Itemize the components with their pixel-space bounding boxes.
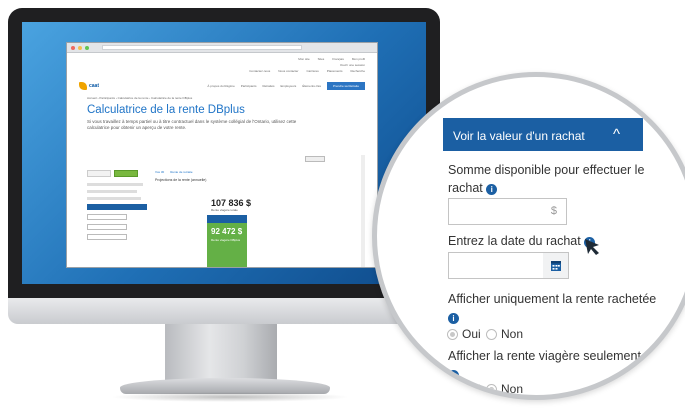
lifetime-oui-label[interactable]: Oui (462, 382, 481, 395)
amount-label-line1: Somme disponible pour effectuer le (448, 163, 645, 177)
date-label: Entrez la date du rachat i (448, 232, 596, 250)
browser-toolbar (67, 43, 377, 53)
show-only-oui-radio[interactable] (447, 329, 458, 340)
date-label-text: Entrez la date du rachat (448, 234, 581, 248)
tab-rente-retraite[interactable]: Rente de retraite (170, 170, 192, 174)
imac-chin (8, 298, 440, 324)
site-nav-top: Contactez-nous Nous contacter Carrières … (79, 69, 365, 73)
imac-stand-neck (165, 324, 277, 384)
logo-text: caat (89, 83, 100, 89)
tab-vos-30[interactable]: Vos 30 (155, 170, 164, 174)
panel-header[interactable]: Voir la valeur d'un rachat ^ (443, 118, 643, 151)
sidebar-input[interactable] (87, 214, 127, 220)
imac-shadow (110, 392, 350, 402)
main-nav-item[interactable]: Participants (241, 84, 257, 88)
total-pension-value: 107 836 $ (211, 198, 252, 208)
total-pension-caption: Rente viagère totale (211, 208, 238, 212)
main-nav-item[interactable]: Employeurs (280, 84, 296, 88)
info-icon[interactable]: i (486, 184, 498, 195)
show-only-label: Afficher uniquement la rente rachetée i (448, 290, 656, 326)
show-only-oui-label[interactable]: Oui (462, 327, 481, 341)
nav-top-item[interactable]: Recherche (350, 69, 365, 73)
address-bar[interactable] (102, 45, 302, 50)
lifetime-non-label[interactable]: Non (501, 382, 523, 395)
info-icon[interactable]: i (448, 313, 459, 324)
calculator-sidebar (87, 170, 147, 267)
magnified-view: Voir la valeur d'un rachat ^ Somme dispo… (372, 72, 685, 400)
page-subtitle: Si vous travaillez à temps partiel ou à … (87, 119, 297, 130)
show-only-non-radio[interactable] (486, 329, 497, 340)
show-only-non-label[interactable]: Non (501, 327, 523, 341)
page-scrollbar[interactable] (361, 155, 365, 267)
date-input[interactable] (448, 252, 544, 279)
print-button[interactable] (305, 156, 325, 162)
main-nav-item[interactable]: À propos du Régime (207, 84, 234, 88)
reset-button[interactable] (87, 170, 111, 177)
nav-top-item[interactable]: Placements (327, 69, 343, 73)
website-page: Mon site Sites Français Mon profil Ouvri… (79, 55, 365, 267)
lifetime-label: Afficher la rente viagère seulement i (448, 347, 641, 383)
buyback-panel: Voir la valeur d'un rachat ^ Somme dispo… (377, 77, 685, 395)
bar-segment-green: 92 472 $ Rente viagère DBplus (207, 223, 247, 267)
show-only-label-text: Afficher uniquement la rente rachetée (448, 292, 657, 306)
login-link[interactable]: Ouvrir une session (340, 63, 365, 67)
sidebar-section-header[interactable] (87, 204, 147, 210)
info-icon[interactable]: i (448, 370, 459, 381)
logo-mark-icon (79, 82, 87, 90)
top-link[interactable]: Mon profil (352, 57, 365, 61)
close-window-icon[interactable] (71, 45, 75, 50)
dbplus-pension-value: 92 472 $ (211, 227, 243, 236)
main-nav: À propos du Régime Participants Retraité… (207, 82, 365, 90)
sidebar-text (87, 183, 147, 200)
minimize-window-icon[interactable] (78, 45, 82, 50)
browser-window: Mon site Sites Français Mon profil Ouvri… (66, 42, 378, 268)
imac-screen: Mon site Sites Français Mon profil Ouvri… (22, 22, 426, 284)
breadcrumb: Accueil › Participants › Calculatrice de… (87, 96, 193, 100)
calendar-button[interactable] (543, 252, 569, 279)
chart-title: Projections de la rente (annuelle) (155, 178, 207, 182)
sidebar-buttons (87, 170, 147, 177)
text-line (87, 197, 141, 200)
bar-segment-blue (207, 215, 247, 223)
cta-button[interactable]: Prendre sa Retraite (327, 82, 365, 90)
top-link[interactable]: Sites (318, 57, 325, 61)
text-line (87, 183, 143, 186)
mouse-pointer-icon (585, 239, 599, 255)
sidebar-input[interactable] (87, 224, 127, 230)
currency-unit: $ (550, 205, 557, 217)
dbplus-pension-caption: Rente viagère DBplus (211, 238, 241, 242)
nav-top-item[interactable]: Nous contacter (278, 69, 298, 73)
chart-tabs: Vos 30 Rente de retraite (155, 170, 311, 174)
page-title: Calculatrice de la rente DBplus (87, 104, 245, 116)
projection-chart-area: Vos 30 Rente de retraite Projections de … (155, 156, 325, 267)
text-line (87, 190, 137, 193)
amount-label: Somme disponible pour effectuer le racha… (448, 161, 644, 197)
top-link[interactable]: Français (332, 57, 344, 61)
login-row: Ouvrir une session (79, 63, 365, 67)
site-top-links: Mon site Sites Français Mon profil (79, 57, 365, 61)
top-link[interactable]: Mon site (298, 57, 309, 61)
amount-input[interactable]: $ (448, 198, 567, 225)
lifetime-label-text: Afficher la rente viagère seulement (448, 349, 641, 363)
main-nav-item[interactable]: Retraités (262, 84, 274, 88)
main-nav-item[interactable]: Éléments clés (302, 84, 321, 88)
caat-logo[interactable]: caat (79, 82, 99, 90)
sidebar-input[interactable] (87, 234, 127, 240)
calculate-button[interactable] (114, 170, 138, 177)
panel-title: Voir la valeur d'un rachat (453, 129, 585, 143)
collapse-chevron-icon[interactable]: ^ (613, 126, 620, 143)
lifetime-non-radio[interactable] (486, 384, 497, 395)
lifetime-oui-radio[interactable] (447, 384, 458, 395)
amount-label-line2: rachat (448, 181, 483, 195)
nav-top-item[interactable]: Carrières (306, 69, 318, 73)
maximize-window-icon[interactable] (85, 45, 89, 50)
logo-row: caat À propos du Régime Participants Ret… (79, 82, 365, 90)
nav-top-item[interactable]: Contactez-nous (249, 69, 270, 73)
calendar-icon (551, 261, 561, 271)
